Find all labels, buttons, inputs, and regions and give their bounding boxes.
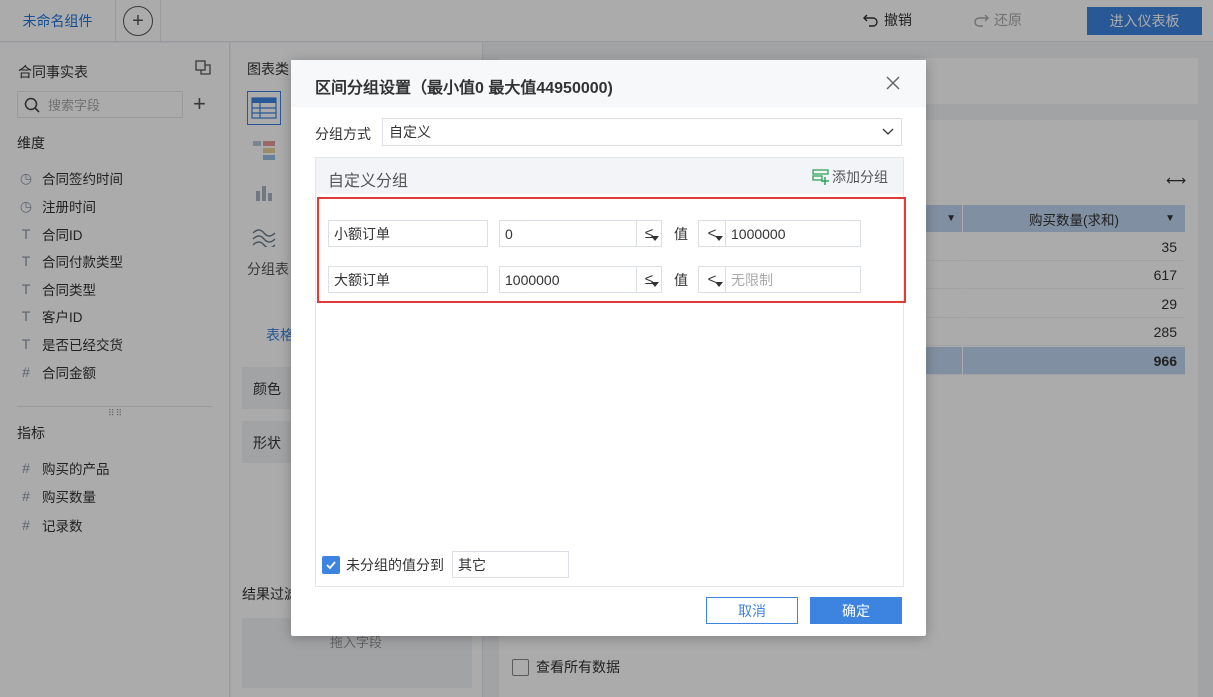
min-operator-select[interactable]: ≤ xyxy=(636,220,662,247)
confirm-button[interactable]: 确定 xyxy=(810,597,902,624)
max-operator-select[interactable]: < xyxy=(698,266,726,293)
add-group-icon xyxy=(812,168,829,185)
group-name-input[interactable]: 大额订单 xyxy=(328,266,488,293)
group-name-input[interactable]: 小额订单 xyxy=(328,220,488,247)
group-max-value: 1000000 xyxy=(731,225,786,242)
cancel-button[interactable]: 取消 xyxy=(706,597,798,624)
check-icon xyxy=(326,560,336,569)
group-max-input[interactable]: 1000000 xyxy=(725,220,861,247)
confirm-label: 确定 xyxy=(842,602,870,619)
value-label: 值 xyxy=(674,272,688,288)
group-min-input[interactable]: 1000000 xyxy=(499,266,637,293)
group-max-placeholder: 无限制 xyxy=(731,271,773,288)
close-icon[interactable] xyxy=(884,74,902,92)
dialog-header: 区间分组设置（最小值0 最大值44950000) xyxy=(291,60,926,107)
interval-group-dialog: 区间分组设置（最小值0 最大值44950000) 分组方式 自定义 自定义分组 … xyxy=(291,60,926,636)
group-name-value: 小额订单 xyxy=(334,225,390,242)
max-operator-select[interactable]: < xyxy=(698,220,726,247)
ungrouped-value-input[interactable]: 其它 xyxy=(452,551,569,578)
add-group-label: 添加分组 xyxy=(832,169,888,185)
dropdown-arrow-icon xyxy=(651,236,659,241)
custom-group-title: 自定义分组 xyxy=(328,173,409,190)
checkbox-checked[interactable] xyxy=(322,555,340,574)
group-mode-label: 分组方式 xyxy=(315,126,371,142)
group-name-value: 大额订单 xyxy=(334,271,390,288)
group-mode-value: 自定义 xyxy=(389,124,431,140)
dropdown-arrow-icon xyxy=(651,282,659,287)
group-min-input[interactable]: 0 xyxy=(499,220,637,247)
add-group-button[interactable]: 添加分组 xyxy=(812,167,888,187)
group-mode-select[interactable]: 自定义 xyxy=(382,118,902,146)
chevron-down-icon xyxy=(882,128,894,135)
dropdown-arrow-icon xyxy=(715,236,723,241)
value-label: 值 xyxy=(674,226,688,242)
group-max-input[interactable]: 无限制 xyxy=(725,266,861,293)
min-operator-select[interactable]: ≤ xyxy=(636,266,662,293)
dialog-title: 区间分组设置（最小值0 最大值44950000) xyxy=(315,80,613,97)
ungrouped-label: 未分组的值分到 xyxy=(346,556,444,573)
group-min-value: 1000000 xyxy=(505,271,560,288)
group-min-value: 0 xyxy=(505,225,513,242)
ungrouped-checkbox-row[interactable]: 未分组的值分到 其它 xyxy=(322,551,569,578)
custom-group-header: 自定义分组 添加分组 xyxy=(316,158,903,194)
dropdown-arrow-icon xyxy=(715,282,723,287)
cancel-label: 取消 xyxy=(738,602,766,619)
ungrouped-value: 其它 xyxy=(458,556,486,573)
